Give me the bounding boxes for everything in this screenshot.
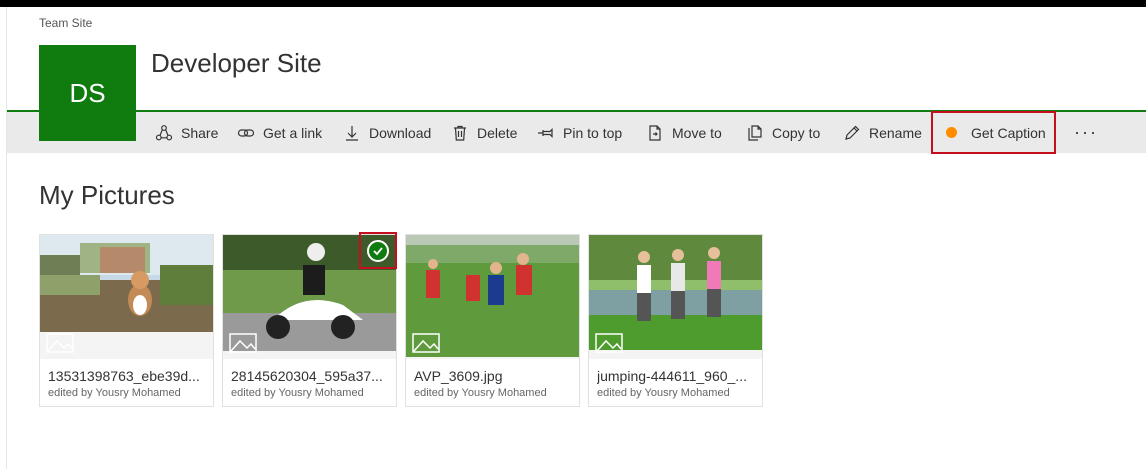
checkmark-icon: [367, 239, 389, 262]
get-link-label: Get a link: [263, 124, 323, 141]
library-title: My Pictures: [39, 180, 175, 210]
file-editor: edited by Yousry Mohamed: [231, 387, 364, 399]
delete-label: Delete: [477, 124, 518, 141]
move-to-label: Move to: [672, 124, 722, 141]
selection-highlight[interactable]: [359, 232, 397, 269]
image-placeholder-icon: [229, 333, 257, 353]
move-to-button[interactable]: Move to: [646, 112, 722, 153]
get-link-button[interactable]: Get a link: [237, 112, 322, 153]
link-icon: [237, 124, 255, 142]
file-name[interactable]: 28145620304_595a37...: [231, 368, 391, 384]
download-icon: [343, 124, 361, 142]
pin-to-top-button[interactable]: Pin to top: [537, 112, 622, 153]
thumbnail[interactable]: [40, 235, 213, 359]
copy-to-label: Copy to: [772, 124, 821, 141]
pencil-icon: [843, 124, 861, 142]
move-icon: [646, 124, 664, 142]
pin-to-top-label: Pin to top: [563, 124, 623, 141]
file-name[interactable]: jumping-444611_960_...: [597, 368, 757, 384]
thumbnail[interactable]: [406, 235, 579, 359]
download-label: Download: [369, 124, 432, 141]
file-card[interactable]: jumping-444611_960_... edited by Yousry …: [588, 234, 763, 407]
download-button[interactable]: Download: [343, 112, 431, 153]
image-placeholder-icon: [595, 333, 623, 353]
site-title[interactable]: Developer Site: [151, 48, 322, 79]
image-placeholder-icon: [46, 333, 74, 353]
rename-button[interactable]: Rename: [843, 112, 922, 153]
left-border: [6, 7, 7, 469]
file-editor: edited by Yousry Mohamed: [414, 387, 547, 399]
get-caption-highlight: [931, 111, 1056, 154]
file-editor: edited by Yousry Mohamed: [48, 387, 181, 399]
share-icon: [155, 124, 173, 142]
site-logo[interactable]: DS: [39, 45, 136, 141]
copy-icon: [746, 124, 764, 142]
share-label: Share: [181, 124, 219, 141]
file-card[interactable]: AVP_3609.jpg edited by Yousry Mohamed: [405, 234, 580, 407]
breadcrumb[interactable]: Team Site: [39, 16, 92, 30]
copy-to-button[interactable]: Copy to: [746, 112, 820, 153]
trash-icon: [451, 124, 469, 142]
file-name[interactable]: AVP_3609.jpg: [414, 368, 574, 384]
thumbnail[interactable]: [589, 235, 762, 359]
share-button[interactable]: Share: [155, 112, 218, 153]
file-name[interactable]: 13531398763_ebe39d...: [48, 368, 208, 384]
pin-icon: [537, 124, 555, 142]
image-placeholder-icon: [412, 333, 440, 353]
more-actions-button[interactable]: ···: [1074, 112, 1098, 153]
rename-label: Rename: [869, 124, 922, 141]
delete-button[interactable]: Delete: [451, 112, 517, 153]
file-card[interactable]: 13531398763_ebe39d... edited by Yousry M…: [39, 234, 214, 407]
file-editor: edited by Yousry Mohamed: [597, 387, 730, 399]
top-bar: [0, 0, 1146, 7]
